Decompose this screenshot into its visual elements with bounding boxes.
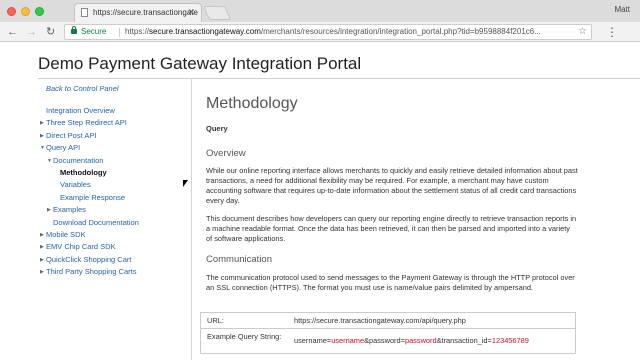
back-arrow-icon[interactable]: ← xyxy=(7,25,18,39)
query-var-transaction-id: 123456789 xyxy=(491,336,529,345)
table-row: URL: https://secure.transactiongateway.c… xyxy=(201,313,575,329)
sidebar-item-examples[interactable]: Examples xyxy=(53,205,86,215)
address-bar[interactable]: Secure https://secure.transactiongateway… xyxy=(64,24,592,40)
example-query-value: username=username&password=password&tran… xyxy=(294,336,529,346)
sidebar-item-query-api[interactable]: Query API xyxy=(46,143,80,153)
sidebar-item-variables[interactable]: Variables xyxy=(60,180,91,190)
tab-title: https://secure.transactiongate xyxy=(93,8,198,17)
browser-tab[interactable]: https://secure.transactiongate ✕ xyxy=(74,3,202,22)
collapsed-arrow-icon[interactable]: ▶ xyxy=(40,267,44,277)
url-host: secure.transactiongateway.com xyxy=(149,27,261,36)
overview-heading: Overview xyxy=(206,148,246,159)
url-value: https://secure.transactiongateway.com/ap… xyxy=(294,316,466,325)
sidebar-item-download-documentation[interactable]: Download Documentation xyxy=(53,218,139,228)
query-var-username: username xyxy=(331,336,365,345)
forward-arrow-icon[interactable]: → xyxy=(26,25,37,39)
sidebar-item-third-party-shopping-carts[interactable]: Third Party Shopping Carts xyxy=(46,267,136,277)
collapsed-arrow-icon[interactable]: ▶ xyxy=(47,205,51,215)
overview-paragraph-1: While our online reporting interface all… xyxy=(206,166,578,205)
bookmark-star-icon[interactable]: ☆ xyxy=(578,25,587,39)
mouse-cursor xyxy=(183,180,188,187)
lock-icon xyxy=(71,26,77,34)
browser-menu-icon[interactable]: ⋮ xyxy=(606,25,618,39)
overview-paragraph-2: This document describes how developers c… xyxy=(206,214,577,243)
document-icon xyxy=(81,8,88,17)
query-part: &transaction_id= xyxy=(436,336,492,345)
collapsed-arrow-icon[interactable]: ▶ xyxy=(40,230,44,240)
profile-name[interactable]: Matt xyxy=(614,5,630,14)
secure-label: Secure xyxy=(81,27,107,36)
new-tab-button[interactable] xyxy=(202,6,232,20)
close-window-button[interactable] xyxy=(7,7,16,16)
minimize-window-button[interactable] xyxy=(21,7,30,16)
collapsed-arrow-icon[interactable]: ▶ xyxy=(40,131,44,141)
url-scheme: https:// xyxy=(125,27,150,36)
address-divider xyxy=(119,28,120,37)
table-row: Example Query String: username=username&… xyxy=(201,329,575,353)
close-tab-icon[interactable]: ✕ xyxy=(187,4,195,21)
browser-toolbar: ← → ↻ Secure https://secure.transactiong… xyxy=(0,22,640,42)
section-heading: Methodology xyxy=(206,95,298,112)
sidebar-item-mobile-sdk[interactable]: Mobile SDK xyxy=(46,230,86,240)
expanded-arrow-icon[interactable]: ▼ xyxy=(40,143,45,153)
sidebar-item-quickclick-shopping-cart[interactable]: QuickClick Shopping Cart xyxy=(46,255,131,265)
communication-paragraph: The communication protocol used to send … xyxy=(206,273,575,292)
maximize-window-button[interactable] xyxy=(35,7,44,16)
endpoint-table: URL: https://secure.transactiongateway.c… xyxy=(200,312,576,354)
reload-icon[interactable]: ↻ xyxy=(46,25,55,39)
page-title: Demo Payment Gateway Integration Portal xyxy=(38,54,362,73)
sidebar-item-three-step-redirect-api[interactable]: Three Step Redirect API xyxy=(46,118,127,128)
query-var-password: password xyxy=(404,336,437,345)
sidebar-item-direct-post-api[interactable]: Direct Post API xyxy=(46,131,96,141)
query-part: username= xyxy=(294,336,332,345)
collapsed-arrow-icon[interactable]: ▶ xyxy=(40,118,44,128)
back-to-control-panel-link[interactable]: Back to Control Panel xyxy=(46,84,119,94)
url-label: URL: xyxy=(207,316,224,325)
url-path: /merchants/resources/integration/integra… xyxy=(260,27,541,36)
browser-tab-bar: https://secure.transactiongate ✕ Matt xyxy=(0,0,640,22)
section-subheading: Query xyxy=(206,124,228,133)
sidebar-item-example-response[interactable]: Example Response xyxy=(60,193,125,203)
url-text: https://secure.transactiongateway.com/me… xyxy=(125,25,541,39)
sidebar-item-integration-overview[interactable]: Integration Overview xyxy=(46,106,115,116)
communication-heading: Communication xyxy=(206,254,272,265)
sidebar-item-documentation[interactable]: Documentation xyxy=(53,156,103,166)
expanded-arrow-icon[interactable]: ▼ xyxy=(47,156,52,166)
collapsed-arrow-icon[interactable]: ▶ xyxy=(40,242,44,252)
sidebar-item-emv-chip-card-sdk[interactable]: EMV Chip Card SDK xyxy=(46,242,116,252)
collapsed-arrow-icon[interactable]: ▶ xyxy=(40,255,44,265)
example-query-label: Example Query String: xyxy=(207,332,282,341)
sidebar-item-methodology[interactable]: Methodology xyxy=(60,168,107,178)
query-part: &password= xyxy=(364,336,405,345)
